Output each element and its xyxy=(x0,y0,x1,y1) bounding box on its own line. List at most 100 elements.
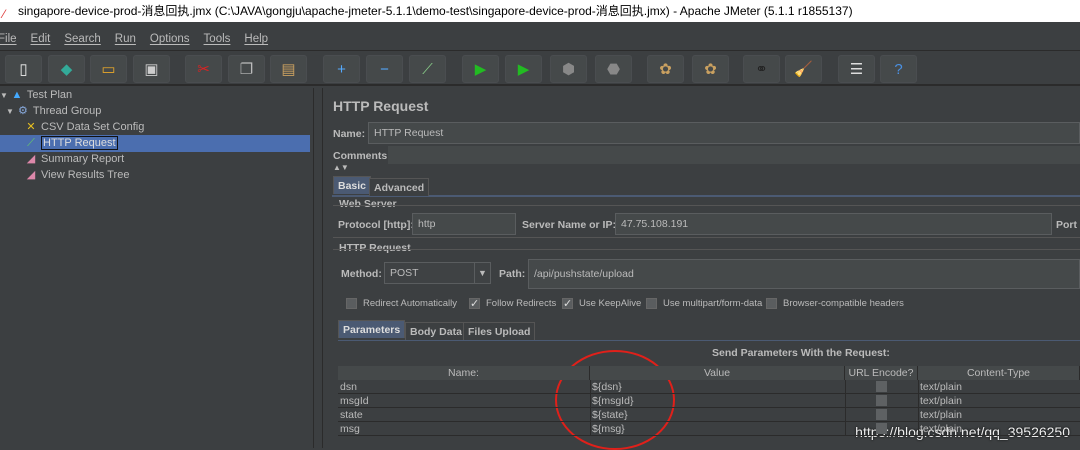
tree-node[interactable]: ▼ ▲ Test Plan xyxy=(0,87,72,103)
reset-search-button[interactable]: 🧹 xyxy=(785,55,822,83)
search-button[interactable]: ⚭ xyxy=(743,55,780,83)
copy-button[interactable]: ❐ xyxy=(228,55,265,83)
param-content-type[interactable]: text/plain xyxy=(920,422,962,436)
clear-button[interactable]: ✿ xyxy=(647,55,684,83)
expand-arrow-icon[interactable]: ▼ xyxy=(0,91,8,100)
tab-body-data[interactable]: Body Data xyxy=(405,322,467,340)
url-encode-checkbox[interactable] xyxy=(876,395,887,406)
menu-edit[interactable]: Edit xyxy=(31,24,57,48)
cut-button[interactable]: ✂ xyxy=(185,55,222,83)
collapse-arrows-icon[interactable]: ▲▼ xyxy=(333,163,349,172)
param-value[interactable]: ${state} xyxy=(592,408,628,422)
tree-node[interactable]: ✕ CSV Data Set Config xyxy=(24,119,144,135)
tools-icon: ✕ xyxy=(26,121,36,133)
tab-files-upload[interactable]: Files Upload xyxy=(463,322,536,340)
param-content-type[interactable]: text/plain xyxy=(920,408,962,422)
paste-button[interactable]: ▤ xyxy=(270,55,307,83)
menu-file[interactable]: File xyxy=(0,24,23,48)
table-row[interactable]: state ${state} text/plain xyxy=(338,408,1080,422)
toggle-button[interactable]: ⟋ xyxy=(409,55,446,83)
tree-node-label: Thread Group xyxy=(32,105,102,117)
menu-search[interactable]: Search xyxy=(64,24,106,48)
templates-icon: ◆ xyxy=(60,61,73,78)
option-label: Redirect Automatically xyxy=(363,298,457,309)
server-input[interactable]: 47.75.108.191 xyxy=(615,213,1052,235)
url-encode-checkbox[interactable] xyxy=(876,409,887,420)
column-divider xyxy=(918,380,919,394)
checkbox-1[interactable]: ✓ xyxy=(469,298,480,310)
tree-node-label: CSV Data Set Config xyxy=(41,121,145,133)
checkbox-2[interactable]: ✓ xyxy=(562,298,573,310)
tab-basic[interactable]: Basic xyxy=(333,176,372,194)
param-value[interactable]: ${msg} xyxy=(592,422,625,436)
tree-node[interactable]: ⟋ HTTP Request xyxy=(24,135,118,151)
chevron-down-icon[interactable]: ▼ xyxy=(474,263,490,283)
clear-all-button[interactable]: ✿ xyxy=(692,55,729,83)
tree-node[interactable]: ◢ Summary Report xyxy=(24,151,124,167)
comments-label: Comments: xyxy=(333,150,391,162)
column-header[interactable]: Value xyxy=(590,366,845,380)
web-server-legend: Web Server xyxy=(339,198,397,210)
url-encode-checkbox[interactable] xyxy=(876,423,887,434)
method-select[interactable]: POST ▼ xyxy=(384,262,491,284)
menu-tools[interactable]: Tools xyxy=(204,24,237,48)
tree-node-label: Test Plan xyxy=(26,89,73,101)
help-button[interactable]: ? xyxy=(880,55,917,83)
param-name[interactable]: msg xyxy=(340,422,360,436)
protocol-label: Protocol [http]: xyxy=(338,219,414,231)
table-row[interactable]: msgId ${msgId} text/plain xyxy=(338,394,1080,408)
table-row[interactable]: dsn ${dsn} text/plain xyxy=(338,380,1080,394)
save-button[interactable]: ▣ xyxy=(133,55,170,83)
start-no-pause-button[interactable]: ▶ xyxy=(505,55,542,83)
option-label: Follow Redirects xyxy=(486,298,557,309)
shutdown-button[interactable]: ⬣ xyxy=(595,55,632,83)
tree-node[interactable]: ◢ View Results Tree xyxy=(24,167,130,183)
protocol-input[interactable]: http xyxy=(412,213,516,235)
start-button[interactable]: ▶ xyxy=(462,55,499,83)
url-encode-checkbox[interactable] xyxy=(876,381,887,392)
menu-run[interactable]: Run xyxy=(115,24,142,48)
param-name[interactable]: state xyxy=(340,408,363,422)
tree-node[interactable]: ▼ ⚙ Thread Group xyxy=(6,103,101,119)
param-name[interactable]: dsn xyxy=(340,380,357,394)
column-divider xyxy=(590,422,591,436)
templates-button[interactable]: ◆ xyxy=(48,55,85,83)
new-icon: ▯ xyxy=(19,61,28,78)
menu-bar: File Edit Search Run Options Tools Help xyxy=(0,24,1080,48)
column-header[interactable]: Name: xyxy=(338,366,590,380)
tab-advanced[interactable]: Advanced xyxy=(369,178,430,196)
table-row[interactable]: msg ${msg} text/plain xyxy=(338,422,1080,436)
path-input[interactable]: /api/pushstate/upload xyxy=(528,259,1080,289)
reset-search-icon: 🧹 xyxy=(794,61,813,78)
menu-help[interactable]: Help xyxy=(244,24,274,48)
new-button[interactable]: ▯ xyxy=(5,55,42,83)
gear-icon: ⚙ xyxy=(17,105,28,117)
checkbox-0[interactable] xyxy=(346,298,357,309)
param-value[interactable]: ${msgId} xyxy=(592,394,633,408)
collapse-button[interactable]: − xyxy=(366,55,403,83)
comments-input[interactable] xyxy=(388,146,1080,164)
open-button[interactable]: ▭ xyxy=(90,55,127,83)
expand-button[interactable]: + xyxy=(323,55,360,83)
param-value[interactable]: ${dsn} xyxy=(592,380,622,394)
menu-options[interactable]: Options xyxy=(150,24,196,48)
search-icon: ⚭ xyxy=(755,61,768,78)
param-name[interactable]: msgId xyxy=(340,394,369,408)
stop-button[interactable]: ⬢ xyxy=(550,55,587,83)
pipette-icon: ⟋ xyxy=(27,137,35,149)
expand-arrow-icon[interactable]: ▼ xyxy=(6,107,14,116)
name-input[interactable]: HTTP Request xyxy=(368,122,1080,144)
checkbox-3[interactable] xyxy=(646,298,657,309)
param-content-type[interactable]: text/plain xyxy=(920,380,962,394)
shutdown-icon: ⬣ xyxy=(606,61,621,78)
jmeter-feather-icon: ⁄ xyxy=(3,7,6,21)
split-pane-divider[interactable] xyxy=(313,88,323,448)
column-divider xyxy=(845,422,846,436)
tab-parameters[interactable]: Parameters xyxy=(338,320,406,338)
port-label: Port xyxy=(1056,219,1077,231)
function-helper-button[interactable]: ☰ xyxy=(838,55,875,83)
column-header[interactable]: Content-Type xyxy=(918,366,1080,380)
column-header[interactable]: URL Encode? xyxy=(845,366,918,380)
checkbox-4[interactable] xyxy=(766,298,777,309)
param-content-type[interactable]: text/plain xyxy=(920,394,962,408)
